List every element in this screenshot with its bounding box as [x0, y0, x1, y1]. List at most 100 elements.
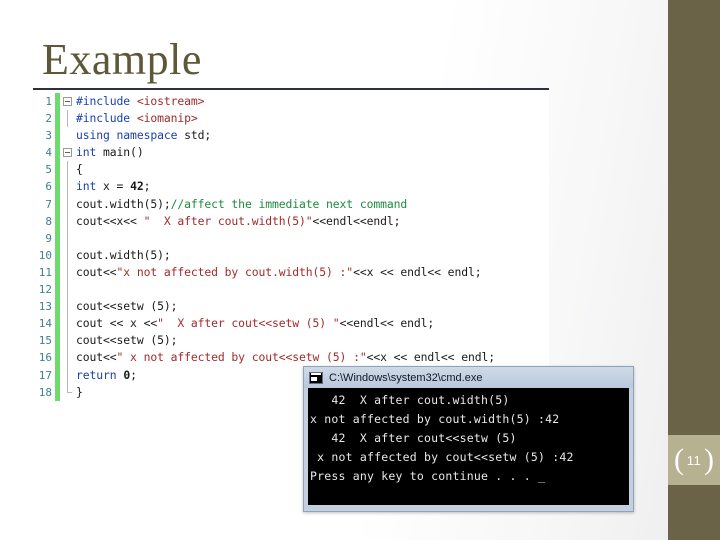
code-text: cout << x <<" X after cout<<setw (5) "<<… — [76, 315, 434, 332]
code-token-plain: cout<<setw (5); — [76, 299, 178, 314]
fold-guide-line — [67, 110, 68, 128]
code-line: 11 cout<<"x not affected by cout.width(5)… — [33, 263, 549, 282]
line-number: 17 — [38, 368, 52, 382]
fold-guide-line — [67, 298, 68, 316]
code-text: cout<<" x not affected by cout<<setw (5)… — [76, 349, 495, 366]
code-text: cout.width(5); — [76, 247, 171, 264]
console-output-line: x not affected by cout<<setw (5) :42 — [310, 450, 574, 464]
code-token-kw: int — [76, 145, 104, 160]
code-line: 15 cout<<setw (5); — [33, 332, 549, 350]
right-paren-decoration: ) — [704, 443, 714, 476]
code-text: } — [76, 384, 83, 401]
fold-column[interactable] — [60, 281, 76, 299]
code-token-kw: using namespace — [76, 128, 185, 143]
fold-guide-line — [67, 161, 68, 179]
code-line: 10 cout.width(5); — [33, 246, 549, 264]
code-line: 14 cout << x <<" X after cout<<setw (5) "… — [33, 315, 549, 333]
line-number: 16 — [38, 351, 52, 365]
line-number: 14 — [38, 317, 52, 331]
fold-guide-line — [67, 212, 68, 230]
line-number: 1 — [45, 95, 52, 108]
code-text: return 0; — [76, 367, 137, 384]
code-line: 16 cout<<" x not affected by cout<<setw (… — [33, 349, 549, 367]
code-token-plain: <<endl<<endl; — [312, 213, 401, 228]
fold-column[interactable] — [60, 212, 76, 230]
fold-column[interactable] — [60, 110, 76, 128]
code-token-str: "x not affected by cout.width(5) :" — [116, 264, 354, 279]
console-output-area: 42 X after cout.width(5) x not affected b… — [308, 388, 629, 505]
slide-canvas: ( 11 ) Example 1 #include <iostream> 2 #inc… — [0, 0, 720, 540]
fold-column[interactable] — [60, 383, 76, 401]
fold-column[interactable] — [60, 178, 76, 196]
code-line: 7 cout.width(5);//affect the immediate ne… — [33, 195, 549, 213]
fold-column[interactable] — [60, 263, 76, 282]
fold-column[interactable] — [60, 246, 76, 264]
fold-guide-line — [67, 246, 68, 264]
fold-column[interactable] — [60, 93, 76, 110]
code-token-plain: ; — [130, 367, 137, 382]
code-token-plain: main() — [103, 145, 144, 160]
fold-guide-line — [67, 195, 68, 213]
code-line: 3 using namespace std; — [33, 127, 549, 145]
code-text: { — [76, 161, 83, 178]
code-token-plain: cout<<setw (5); — [76, 333, 178, 348]
collapse-minus-icon[interactable] — [63, 97, 72, 106]
code-text: cout<<x<< " X after cout.width(5)"<<endl… — [76, 213, 400, 230]
code-line: 12 — [33, 281, 549, 299]
code-token-plain: } — [76, 384, 83, 399]
code-token-plain: ; — [143, 179, 151, 194]
line-number: 15 — [38, 334, 52, 348]
code-line: 2 #include <iomanip> — [33, 110, 549, 128]
code-token-str: <iostream> — [136, 94, 205, 108]
code-line: 4 int main() — [33, 144, 549, 162]
collapse-minus-icon[interactable] — [63, 148, 72, 158]
console-title-text: C:\Windows\system32\cmd.exe — [329, 371, 483, 384]
fold-column[interactable] — [60, 332, 76, 350]
code-text: #include <iomanip> — [76, 110, 198, 127]
line-number: 6 — [45, 180, 52, 194]
fold-column[interactable] — [60, 161, 76, 179]
fold-guide-line — [67, 315, 68, 333]
fold-column[interactable] — [60, 349, 76, 367]
page-number: 11 — [686, 452, 702, 468]
console-output-line: 42 X after cout<<setw (5) — [310, 431, 517, 445]
cmd-console-window[interactable]: C:\Windows\system32\cmd.exe 42 X after c… — [303, 366, 634, 512]
code-token-plain: cout<<x<< — [76, 213, 144, 228]
code-editor-panel: 1 #include <iostream> 2 #include <iomanip> 3… — [33, 88, 549, 401]
code-token-plain: cout<< — [76, 350, 117, 365]
code-line: 13 cout<<setw (5); — [33, 298, 549, 316]
line-number: 5 — [45, 163, 52, 177]
fold-guide-line — [67, 349, 68, 367]
fold-guide-line — [67, 229, 68, 247]
code-token-plain: <<x << endl<< endl; — [366, 350, 496, 365]
page-number-inner: ( 11 ) — [668, 435, 720, 485]
fold-column[interactable] — [60, 229, 76, 247]
console-output-line: x not affected by cout.width(5) :42 — [310, 412, 560, 426]
code-line: 1 #include <iostream> — [33, 93, 549, 111]
console-title-bar[interactable]: C:\Windows\system32\cmd.exe — [304, 367, 633, 388]
fold-column[interactable] — [60, 298, 76, 316]
console-window-icon — [309, 371, 323, 384]
code-line: 5{ — [33, 161, 549, 179]
code-text: cout<<setw (5); — [76, 332, 177, 349]
fold-column[interactable] — [60, 127, 76, 144]
code-text: int x = 42; — [76, 178, 150, 195]
code-text: cout<<setw (5); — [76, 298, 177, 315]
code-token-str: " X after cout.width(5)" — [143, 213, 313, 228]
code-text: using namespace std; — [76, 127, 211, 144]
code-token-plain: cout.width(5); — [76, 247, 171, 262]
line-number: 7 — [45, 197, 52, 211]
console-output-line: 42 X after cout.width(5) — [310, 393, 510, 407]
line-number: 4 — [45, 146, 52, 160]
fold-guide-line — [67, 366, 68, 384]
fold-column[interactable] — [60, 195, 76, 213]
fold-column[interactable] — [60, 315, 76, 333]
page-number-plate: ( 11 ) — [668, 435, 720, 485]
code-token-plain: x = — [103, 179, 131, 194]
line-number: 10 — [38, 248, 52, 262]
fold-column[interactable] — [60, 144, 76, 161]
fold-guide-foot — [67, 391, 72, 393]
fold-column[interactable] — [60, 366, 76, 384]
code-token-str: <iomanip> — [136, 111, 198, 126]
line-number: 9 — [45, 231, 52, 245]
